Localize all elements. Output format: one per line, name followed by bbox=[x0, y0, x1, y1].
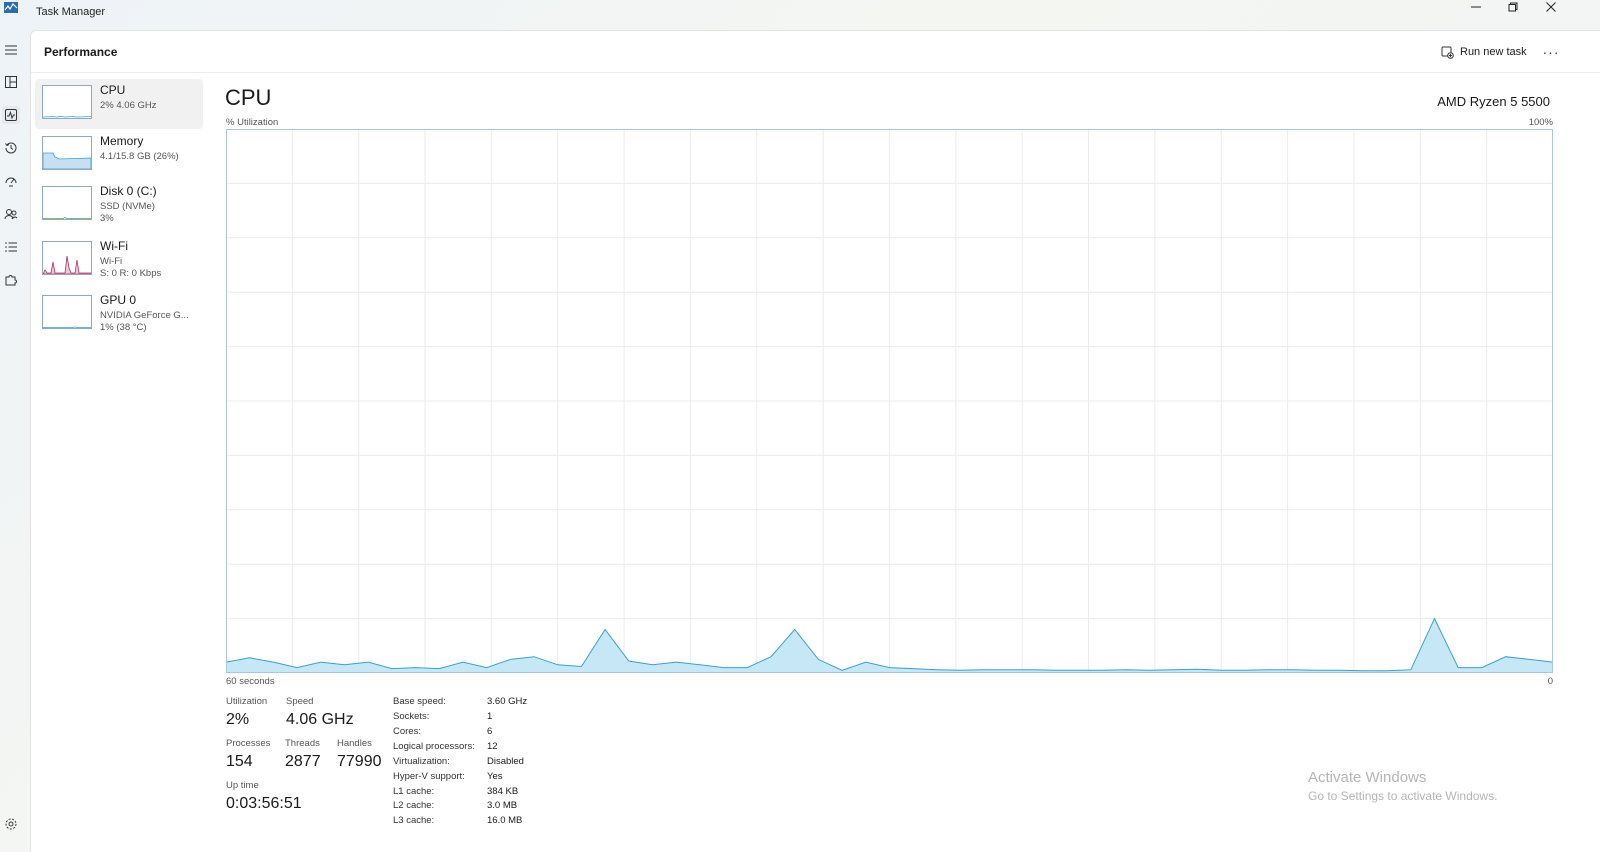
nav-app-history[interactable] bbox=[2, 139, 20, 157]
cpu-thumbnail bbox=[42, 85, 92, 119]
spec-label: Virtualization: bbox=[393, 756, 450, 767]
users-icon bbox=[4, 209, 18, 220]
page-title: Performance bbox=[44, 45, 118, 59]
nav-processes[interactable] bbox=[2, 73, 20, 91]
run-task-icon bbox=[1441, 46, 1454, 59]
nav-settings[interactable] bbox=[2, 815, 20, 833]
spec-label: L3 cache: bbox=[393, 815, 435, 826]
resource-name: GPU 0 bbox=[100, 293, 137, 307]
disk-thumbnail bbox=[42, 186, 92, 220]
activation-watermark-subtitle: Go to Settings to activate Windows. bbox=[1308, 789, 1498, 803]
navigation-rail bbox=[0, 30, 30, 852]
spec-value: 3.60 GHz bbox=[487, 696, 528, 707]
restore-icon bbox=[1508, 2, 1518, 12]
resource-usage: 3% bbox=[100, 213, 114, 224]
spec-value: Disabled bbox=[487, 756, 524, 767]
nav-details[interactable] bbox=[2, 238, 20, 256]
resource-detail: Wi-Fi bbox=[100, 256, 123, 267]
more-options-button[interactable]: ··· bbox=[1539, 43, 1563, 61]
processes-value: 154 bbox=[226, 753, 253, 770]
resource-throughput: S: 0 R: 0 Kbps bbox=[100, 268, 162, 279]
cpu-utilization-graph bbox=[226, 129, 1553, 673]
resource-name: Wi-Fi bbox=[100, 239, 128, 253]
spec-value: 1 bbox=[487, 711, 493, 722]
spec-label: L1 cache: bbox=[393, 786, 435, 797]
spec-label: Cores: bbox=[393, 726, 421, 737]
detail-title: CPU bbox=[225, 85, 272, 110]
task-manager-app-icon bbox=[4, 2, 18, 13]
spec-label: Hyper-V support: bbox=[393, 771, 465, 782]
spec-label: Base speed: bbox=[393, 696, 446, 707]
resource-usage: 1% (38 °C) bbox=[100, 322, 147, 333]
utilization-label: Utilization bbox=[226, 696, 268, 707]
run-new-task-label: Run new task bbox=[1460, 46, 1527, 58]
spec-value: 12 bbox=[487, 741, 498, 752]
main-panel: Performance Run new task ··· CPU 2% 4.06… bbox=[30, 30, 1600, 852]
spec-value: Yes bbox=[487, 771, 503, 782]
window-title: Task Manager bbox=[36, 6, 106, 18]
graph-time-label: 60 seconds bbox=[226, 676, 275, 687]
threads-label: Threads bbox=[285, 738, 320, 749]
cpu-model: AMD Ryzen 5 5500 bbox=[1437, 94, 1550, 109]
resource-wifi[interactable]: Wi-Fi Wi-Fi S: 0 R: 0 Kbps bbox=[35, 235, 203, 285]
details-list-icon bbox=[5, 242, 17, 252]
page-header: Performance Run new task ··· bbox=[31, 31, 1600, 73]
run-new-task-button[interactable]: Run new task bbox=[1441, 43, 1527, 61]
utilization-axis-label: % Utilization bbox=[226, 117, 279, 128]
spec-label: L2 cache: bbox=[393, 800, 435, 811]
nav-users[interactable] bbox=[2, 205, 20, 223]
resource-detail: 4.1/15.8 GB (26%) bbox=[100, 151, 179, 162]
nav-startup-apps[interactable] bbox=[2, 172, 20, 190]
speed-value: 4.06 GHz bbox=[286, 711, 354, 728]
close-button[interactable] bbox=[1533, 0, 1569, 14]
close-icon bbox=[1546, 2, 1556, 12]
wifi-thumbnail bbox=[42, 241, 92, 275]
handles-label: Handles bbox=[337, 738, 372, 749]
spec-label: Logical processors: bbox=[393, 741, 475, 752]
resource-name: Memory bbox=[100, 134, 144, 148]
spec-value: 3.0 MB bbox=[487, 800, 518, 811]
nav-services[interactable] bbox=[2, 271, 20, 289]
resource-gpu-0[interactable]: GPU 0 NVIDIA GeForce G... 1% (38 °C) bbox=[35, 289, 203, 339]
resource-name: CPU bbox=[100, 83, 126, 97]
resource-detail: NVIDIA GeForce G... bbox=[100, 310, 189, 321]
activation-watermark-title: Activate Windows bbox=[1308, 769, 1427, 786]
graph-time-end-label: 0 bbox=[1547, 676, 1553, 687]
hamburger-icon bbox=[5, 45, 17, 55]
handles-value: 77990 bbox=[337, 753, 382, 770]
spec-value: 6 bbox=[487, 726, 493, 737]
startup-icon bbox=[5, 177, 17, 187]
nav-menu-button[interactable] bbox=[2, 41, 20, 59]
spec-label: Sockets: bbox=[393, 711, 430, 722]
resource-cpu[interactable]: CPU 2% 4.06 GHz bbox=[35, 79, 203, 129]
memory-thumbnail bbox=[42, 136, 92, 170]
resource-detail: 2% 4.06 GHz bbox=[100, 100, 157, 111]
speed-label: Speed bbox=[286, 696, 314, 707]
processes-icon bbox=[5, 76, 17, 88]
title-bar: Task Manager bbox=[0, 0, 1600, 30]
nav-performance[interactable] bbox=[2, 106, 20, 124]
restore-button[interactable] bbox=[1495, 0, 1531, 14]
utilization-axis-max: 100% bbox=[1528, 117, 1553, 128]
minimize-button[interactable] bbox=[1458, 0, 1494, 14]
resource-disk-0[interactable]: Disk 0 (C:) SSD (NVMe) 3% bbox=[35, 180, 203, 230]
spec-value: 384 KB bbox=[487, 786, 519, 797]
gear-icon bbox=[5, 818, 17, 830]
history-icon bbox=[5, 142, 17, 154]
services-puzzle-icon bbox=[5, 275, 17, 286]
resource-name: Disk 0 (C:) bbox=[100, 184, 157, 198]
threads-value: 2877 bbox=[285, 753, 321, 770]
processes-label: Processes bbox=[226, 738, 271, 749]
performance-icon bbox=[5, 109, 17, 121]
gpu-thumbnail bbox=[42, 295, 92, 329]
graph-grid bbox=[226, 129, 1553, 673]
uptime-label: Up time bbox=[226, 780, 259, 791]
resource-detail: SSD (NVMe) bbox=[100, 201, 155, 212]
uptime-value: 0:03:56:51 bbox=[226, 795, 302, 812]
minimize-icon bbox=[1471, 6, 1481, 8]
resource-memory[interactable]: Memory 4.1/15.8 GB (26%) bbox=[35, 130, 203, 180]
utilization-value: 2% bbox=[226, 711, 250, 728]
spec-value: 16.0 MB bbox=[487, 815, 523, 826]
